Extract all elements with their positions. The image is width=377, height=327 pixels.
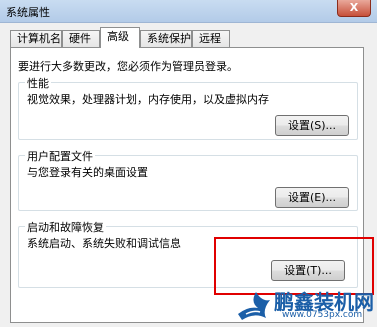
watermark: 鹏鑫装机网 www.0753px.com (236, 284, 376, 324)
tab-system-protection[interactable]: 系统保护 (140, 30, 192, 47)
tab-remote[interactable]: 远程 (192, 30, 230, 47)
close-button[interactable]: X (337, 0, 371, 17)
user-profiles-group-title: 用户配置文件 (25, 148, 95, 164)
window-title: 系统属性 (6, 6, 50, 19)
watermark-url: www.0753px.com (282, 310, 363, 320)
user-profiles-group: 用户配置文件 与您登录有关的桌面设置 设置(E)... (18, 148, 358, 211)
performance-settings-button[interactable]: 设置(S)... (275, 115, 349, 136)
tab-advanced[interactable]: 高级 (100, 27, 140, 48)
performance-group: 性能 视觉效果，处理器计划，内存使用，以及虚拟内存 设置(S)... (18, 75, 358, 140)
performance-description: 视觉效果，处理器计划，内存使用，以及虚拟内存 (27, 93, 269, 106)
watermark-logo-icon (238, 292, 270, 320)
startup-recovery-settings-button[interactable]: 设置(T)... (271, 260, 345, 281)
startup-recovery-group: 启动和故障恢复 系统启动、系统失败和调试信息 设置(T)... (18, 219, 358, 288)
startup-recovery-description: 系统启动、系统失败和调试信息 (27, 237, 181, 250)
admin-note: 要进行大多数更改，您必须作为管理员登录。 (18, 60, 238, 73)
user-profiles-settings-button[interactable]: 设置(E)... (275, 187, 349, 208)
user-profiles-description: 与您登录有关的桌面设置 (27, 166, 148, 179)
performance-group-title: 性能 (25, 75, 51, 91)
close-icon: X (349, 1, 359, 14)
title-bar[interactable]: 系统属性 X (0, 0, 377, 23)
tab-computer-name[interactable]: 计算机名 (10, 30, 62, 47)
startup-recovery-group-title: 启动和故障恢复 (25, 219, 106, 235)
tab-hardware[interactable]: 硬件 (62, 30, 100, 47)
